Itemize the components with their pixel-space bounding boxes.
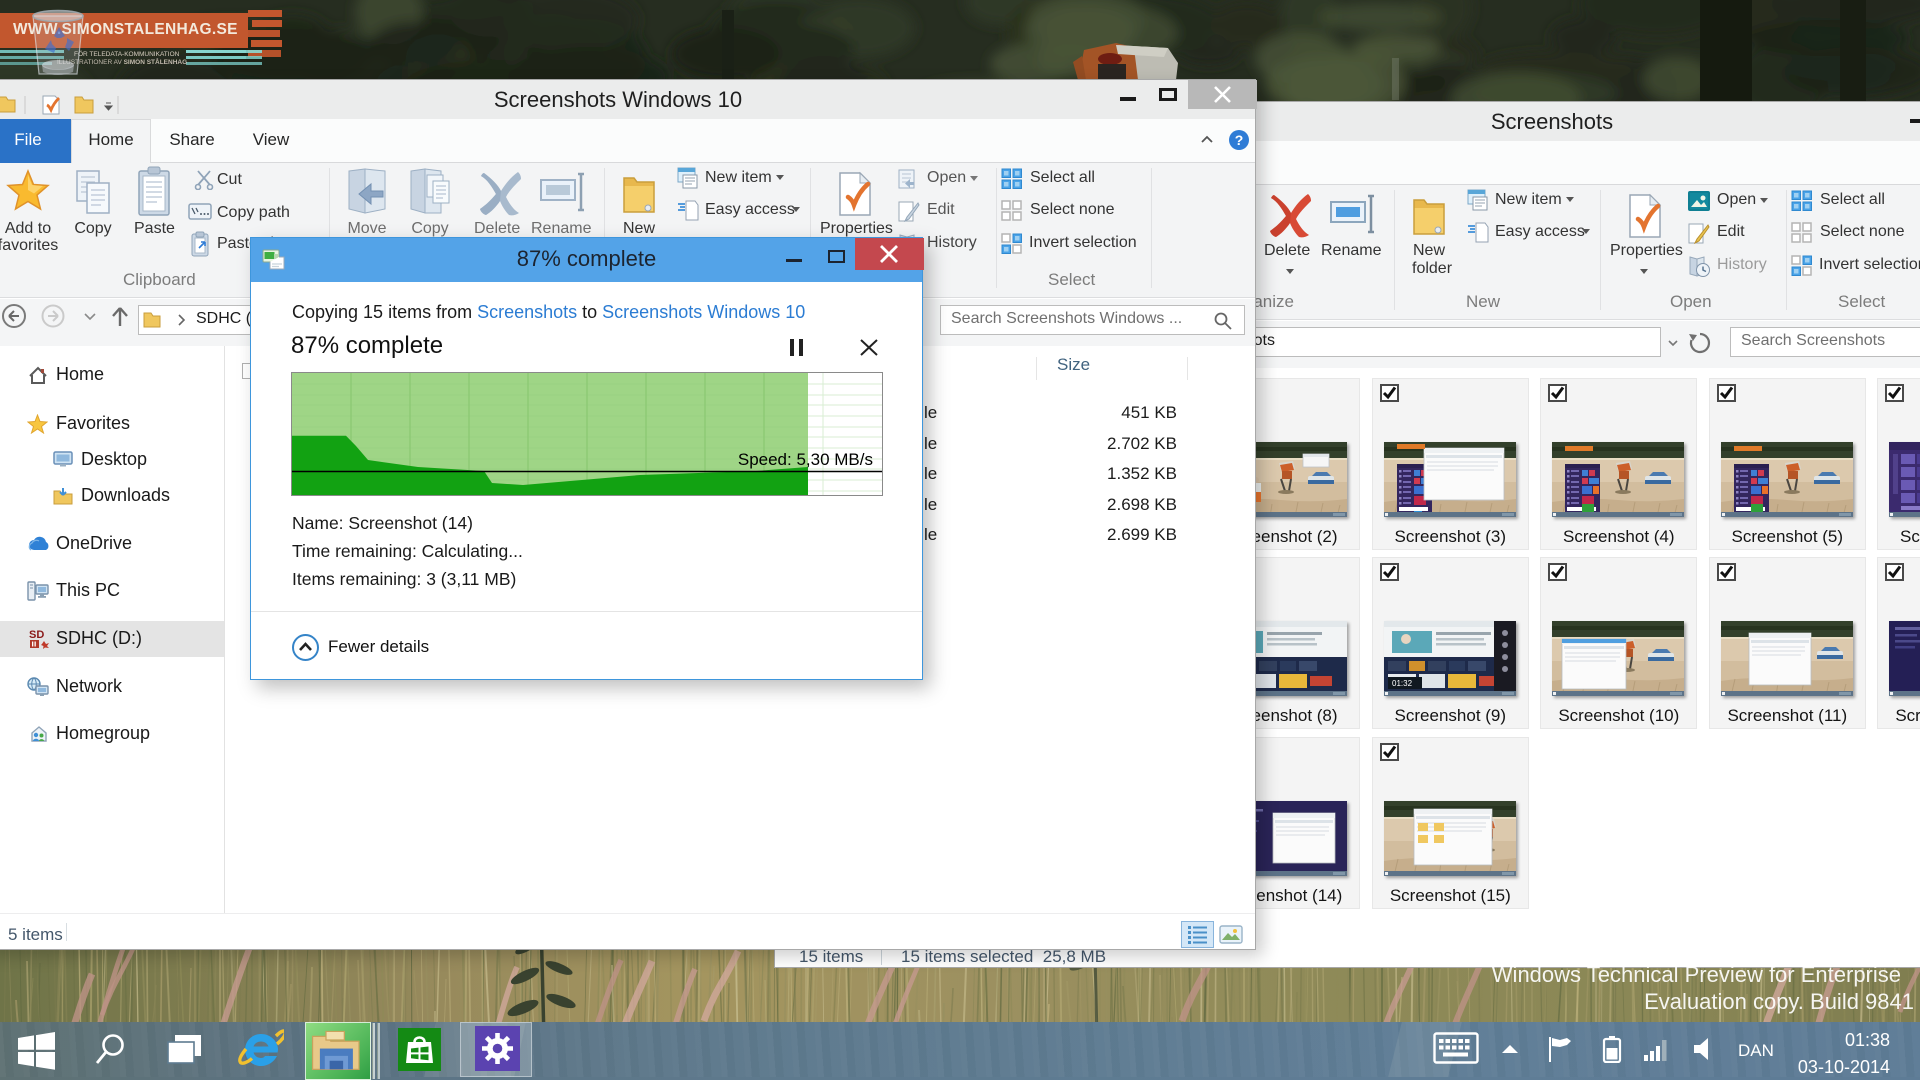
svg-text:01:32: 01:32 — [1392, 679, 1413, 688]
svg-text:Speed: 5,30 MB/s: Speed: 5,30 MB/s — [738, 450, 873, 469]
svg-text:SD: SD — [29, 629, 44, 641]
